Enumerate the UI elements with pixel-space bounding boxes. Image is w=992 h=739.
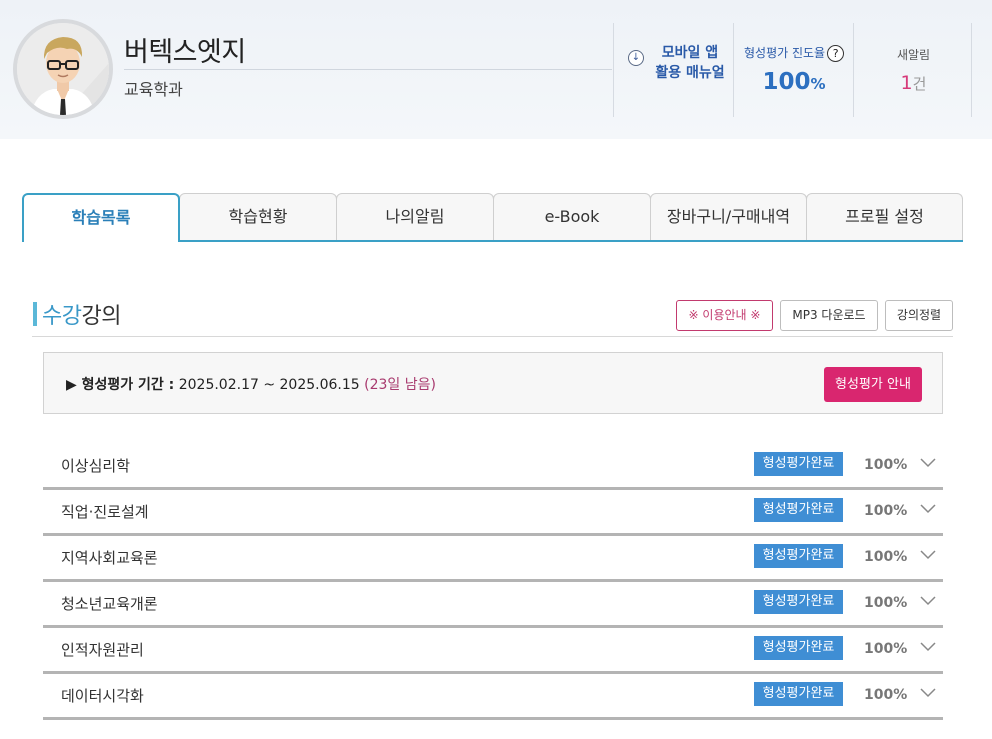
profile-header: 버텍스엣지 교육학과 ↓ 모바일 앱 활용 매뉴얼 형성평가 진도율? 100%…: [0, 0, 992, 139]
help-circle-icon[interactable]: ?: [827, 45, 845, 62]
download-circle-icon: ↓: [628, 50, 644, 66]
alerts-label: 새알림: [896, 48, 931, 62]
avatar: [13, 19, 113, 119]
course-percent: 100%: [864, 457, 908, 473]
progress-panel: 형성평가 진도율? 100%: [733, 23, 853, 117]
section-title: 수강강의: [42, 304, 121, 329]
evaluation-period-text: ▶ 형성평가 기간 : 2025.02.17 ~ 2025.06.15 (23일…: [66, 377, 436, 393]
course-name[interactable]: 데이터시각화: [61, 685, 144, 706]
usage-guide-button[interactable]: ※ 이용안내 ※: [676, 300, 773, 331]
mobile-manual-link[interactable]: ↓ 모바일 앱 활용 매뉴얼: [613, 23, 733, 117]
course-row[interactable]: 인적자원관리 형성평가완료 100%: [43, 628, 943, 674]
user-name: 버텍스엣지: [124, 37, 246, 68]
chevron-down-icon[interactable]: [918, 498, 938, 518]
status-badge: 형성평가완료: [754, 682, 843, 706]
status-badge: 형성평가완료: [754, 544, 843, 568]
chevron-down-icon[interactable]: [918, 682, 938, 702]
status-badge: 형성평가완료: [754, 590, 843, 614]
main-tabs: 학습목록 학습현황 나의알림 e-Book 장바구니/구매내역 프로필 설정: [22, 193, 963, 242]
course-name[interactable]: 인적자원관리: [61, 639, 144, 660]
progress-value: 100%: [762, 69, 826, 95]
course-row[interactable]: 직업·진로설계 형성평가완료 100%: [43, 490, 943, 536]
evaluation-period-box: ▶ 형성평가 기간 : 2025.02.17 ~ 2025.06.15 (23일…: [43, 352, 943, 414]
tab-cart-orders[interactable]: 장바구니/구매내역: [650, 193, 807, 241]
tab-profile-settings[interactable]: 프로필 설정: [806, 193, 963, 241]
user-department: 교육학과: [124, 80, 183, 99]
course-percent: 100%: [864, 549, 908, 565]
alerts-panel[interactable]: 새알림 1건: [853, 23, 972, 117]
chevron-down-icon[interactable]: [918, 590, 938, 610]
course-percent: 100%: [864, 641, 908, 657]
progress-label: 형성평가 진도율?: [744, 44, 845, 62]
status-badge: 형성평가완료: [754, 636, 843, 660]
course-name[interactable]: 지역사회교육론: [61, 547, 158, 568]
evaluation-guide-button[interactable]: 형성평가 안내: [824, 367, 922, 402]
course-name[interactable]: 이상심리학: [61, 455, 130, 476]
course-percent: 100%: [864, 687, 908, 703]
alerts-count: 1건: [900, 72, 927, 94]
tab-learning-list[interactable]: 학습목록: [22, 193, 180, 242]
status-badge: 형성평가완료: [754, 452, 843, 476]
mp3-download-button[interactable]: MP3 다운로드: [780, 300, 878, 331]
tab-my-alerts[interactable]: 나의알림: [336, 193, 494, 241]
tab-underline: [180, 240, 963, 242]
course-name[interactable]: 직업·진로설계: [61, 501, 149, 522]
course-percent: 100%: [864, 503, 908, 519]
course-row[interactable]: 데이터시각화 형성평가완료 100%: [43, 674, 943, 720]
course-row[interactable]: 지역사회교육론 형성평가완료 100%: [43, 536, 943, 582]
status-badge: 형성평가완료: [754, 498, 843, 522]
mobile-manual-label: 모바일 앱 활용 매뉴얼: [655, 45, 725, 81]
course-row[interactable]: 이상심리학 형성평가완료 100%: [43, 444, 943, 490]
tab-ebook[interactable]: e-Book: [493, 193, 651, 241]
section-divider: [32, 336, 953, 337]
divider: [124, 69, 612, 70]
course-name[interactable]: 청소년교육개론: [61, 593, 158, 614]
chevron-down-icon[interactable]: [918, 544, 938, 564]
tab-learning-status[interactable]: 학습현황: [179, 193, 337, 241]
course-row[interactable]: 청소년교육개론 형성평가완료 100%: [43, 582, 943, 628]
course-percent: 100%: [864, 595, 908, 611]
chevron-down-icon[interactable]: [918, 452, 938, 472]
sort-lectures-button[interactable]: 강의정렬: [885, 300, 953, 331]
chevron-down-icon[interactable]: [918, 636, 938, 656]
section-marker: [33, 302, 37, 326]
